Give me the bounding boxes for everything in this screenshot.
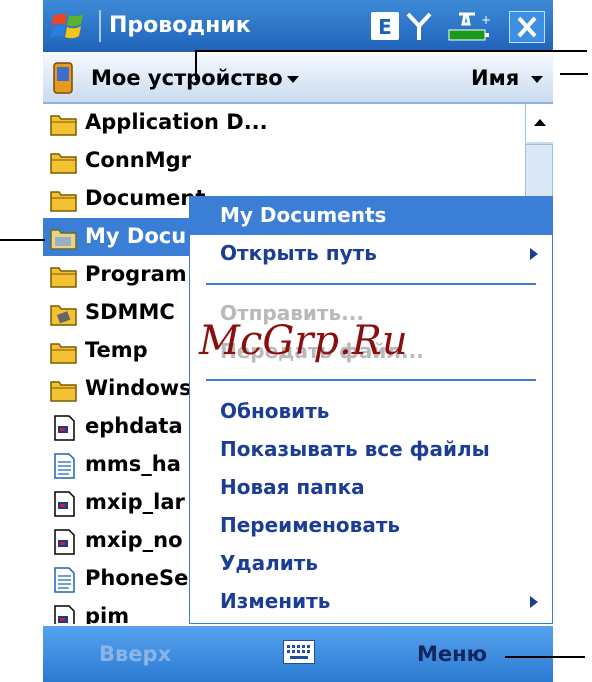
menu-header-my-documents: My Documents (190, 197, 552, 235)
file-name: Temp (85, 338, 148, 362)
menu-item-label: Обновить (220, 399, 330, 423)
file-name: Document (85, 186, 206, 210)
signal-icon[interactable] (405, 10, 433, 42)
menu-item-label: Показывать все файлы (220, 437, 490, 461)
chevron-right-icon (530, 248, 538, 260)
battery-icon[interactable]: + (445, 10, 491, 42)
document-icon (54, 567, 75, 593)
document-icon (54, 453, 75, 479)
folder-icon (50, 191, 77, 212)
app-title: Проводник (109, 13, 251, 38)
scroll-up-button[interactable] (525, 104, 553, 142)
chevron-down-icon[interactable] (531, 76, 543, 84)
folder-icon (50, 267, 77, 288)
chevron-down-icon[interactable] (287, 76, 299, 84)
file-name: Windows (85, 376, 192, 400)
my-documents-icon (50, 229, 77, 250)
softkey-bar: Вверх Меню (43, 626, 553, 682)
svg-text:+: + (481, 13, 491, 27)
chevron-right-icon (530, 596, 538, 608)
file-list-item[interactable]: Application D... (43, 104, 525, 142)
pocket-pc-screen: Проводник E + Мое устройство Имя Applica… (43, 0, 553, 682)
close-icon[interactable] (509, 11, 545, 43)
softkey-up[interactable]: Вверх (99, 642, 171, 666)
menu-item-label: Удалить (220, 551, 318, 575)
menu-item-refresh[interactable]: Обновить (190, 393, 552, 431)
file-name: Program (85, 262, 187, 286)
storage-card-icon (50, 305, 77, 326)
windows-start-icon[interactable] (49, 6, 89, 46)
location-dropdown[interactable]: Мое устройство (91, 66, 283, 90)
file-name: pim (85, 604, 130, 624)
chevron-up-icon (534, 119, 546, 126)
menu-item-label: Переименовать (220, 513, 401, 537)
file-icon (54, 605, 75, 624)
title-bar: Проводник E + (43, 0, 553, 52)
menu-item-label: Изменить (220, 589, 331, 613)
file-icon (54, 415, 75, 441)
file-name: mms_ha (85, 452, 181, 476)
callout-line (195, 50, 197, 80)
location-bar[interactable]: Мое устройство Имя (43, 54, 553, 104)
file-name: My Docu (85, 224, 187, 248)
callout-line (560, 73, 588, 75)
context-menu: My Documents Открыть путь Отправить... П… (189, 196, 553, 624)
menu-item-new-folder[interactable]: Новая папка (190, 469, 552, 507)
file-list-item[interactable]: ConnMgr (43, 142, 525, 180)
file-name: Application D... (85, 110, 268, 134)
callout-line (195, 50, 587, 52)
callout-line (505, 656, 585, 658)
keyboard-icon[interactable] (283, 640, 315, 664)
file-icon (54, 491, 75, 517)
softkey-menu[interactable]: Меню (417, 642, 487, 666)
file-name: ephdata (85, 414, 183, 438)
file-name: PhoneSe (85, 566, 189, 590)
watermark-text: McGrp.Ru (199, 318, 408, 364)
menu-item-open-path[interactable]: Открыть путь (190, 235, 552, 273)
menu-item-show-all-files[interactable]: Показывать все файлы (190, 431, 552, 469)
folder-icon (50, 115, 77, 136)
menu-item-delete[interactable]: Удалить (190, 545, 552, 583)
menu-item-edit[interactable]: Изменить (190, 583, 552, 621)
sort-dropdown[interactable]: Имя (471, 66, 519, 90)
folder-icon (50, 153, 77, 174)
file-name: mxip_no (85, 528, 183, 552)
callout-line (0, 239, 45, 241)
folder-icon (50, 381, 77, 402)
input-language-indicator[interactable]: E (371, 12, 399, 40)
title-separator (99, 10, 101, 42)
file-icon (54, 529, 75, 555)
device-icon (53, 62, 73, 94)
file-name: mxip_lar (85, 490, 185, 514)
menu-header-label: My Documents (220, 203, 387, 227)
menu-item-rename[interactable]: Переименовать (190, 507, 552, 545)
menu-separator (206, 283, 536, 285)
folder-icon (50, 343, 77, 364)
file-name: ConnMgr (85, 148, 192, 172)
file-name: SDMMC (85, 300, 175, 324)
menu-item-label: Новая папка (220, 475, 365, 499)
menu-separator (206, 379, 536, 381)
menu-item-label: Открыть путь (220, 241, 377, 265)
